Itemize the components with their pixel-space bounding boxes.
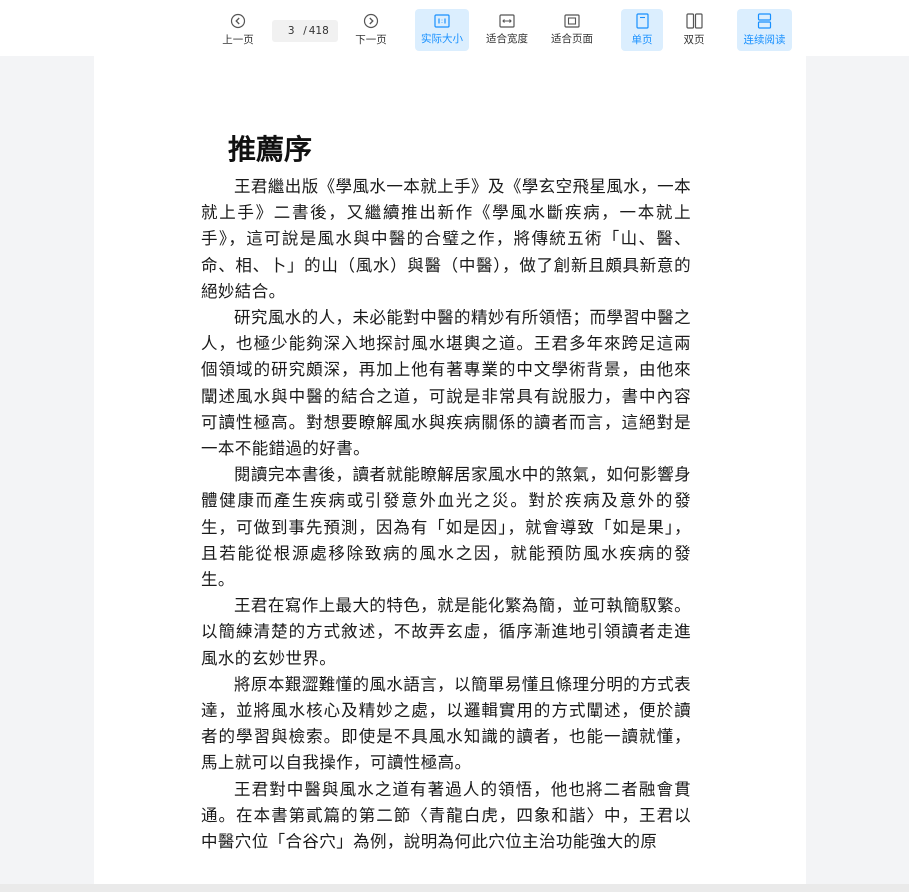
chevron-right-icon — [363, 13, 379, 29]
single-page-icon — [635, 13, 649, 29]
document-body: 王君繼出版《學風水一本就上手》及《學玄空飛星風水，一本就上手》二書後，又繼續推出… — [201, 174, 691, 855]
fit-width-label: 适合宽度 — [486, 33, 528, 45]
toolbar: 上一页 / 418 下一页 实际大小 适合宽度 适合页面 — [0, 0, 909, 56]
total-pages: 418 — [308, 25, 329, 37]
paragraph: 閱讀完本書後，讀者就能瞭解居家風水中的煞氣，如何影響身體健康而產生疾病或引發意外… — [201, 465, 691, 590]
actual-size-label: 实际大小 — [421, 33, 463, 45]
actual-size-button[interactable]: 实际大小 — [415, 9, 469, 51]
page-separator: / — [303, 25, 307, 37]
fit-page-icon — [564, 14, 580, 28]
paragraph: 王君對中醫與風水之道有著過人的領悟，他也將二者融會貫通。在本書第貳篇的第二節〈青… — [201, 779, 691, 852]
double-page-button[interactable]: 双页 — [673, 9, 715, 51]
page-indicator: / 418 — [272, 20, 338, 42]
bottom-divider — [0, 884, 909, 892]
paragraph: 將原本艱澀難懂的風水語言，以簡單易懂且條理分明的方式表達，並將風水核心及精妙之處… — [201, 674, 691, 773]
paragraph: 研究風水的人，未必能對中醫的精妙有所領悟；而學習中醫之人，也極少能夠深入地探討風… — [201, 308, 691, 459]
single-page-button[interactable]: 单页 — [621, 9, 663, 51]
page-title: 推薦序 — [228, 133, 313, 166]
paragraph: 王君繼出版《學風水一本就上手》及《學玄空飛星風水，一本就上手》二書後，又繼續推出… — [201, 177, 691, 301]
continuous-read-icon — [757, 13, 772, 29]
chevron-left-icon — [230, 13, 246, 29]
prev-page-label: 上一页 — [222, 34, 254, 46]
fit-page-button[interactable]: 适合页面 — [545, 9, 599, 51]
document-page: 推薦序 王君繼出版《學風水一本就上手》及《學玄空飛星風水，一本就上手》二書後，又… — [94, 56, 806, 892]
single-page-label: 单页 — [631, 34, 653, 46]
double-page-label: 双页 — [683, 34, 705, 46]
fit-width-icon — [499, 14, 515, 28]
prev-page-button[interactable]: 上一页 — [216, 9, 260, 51]
next-page-button[interactable]: 下一页 — [349, 9, 393, 51]
fit-width-button[interactable]: 适合宽度 — [480, 9, 534, 51]
current-page-input[interactable] — [281, 25, 302, 37]
actual-size-icon — [434, 14, 450, 28]
fit-page-label: 适合页面 — [551, 33, 593, 45]
double-page-icon — [685, 13, 703, 29]
continuous-read-label: 连续阅读 — [743, 34, 786, 46]
next-page-label: 下一页 — [355, 34, 387, 46]
paragraph: 王君在寫作上最大的特色，就是能化繁為簡，並可執簡馭繁。以簡練清楚的方式敘述，不故… — [201, 596, 691, 668]
continuous-read-button[interactable]: 连续阅读 — [737, 9, 792, 51]
